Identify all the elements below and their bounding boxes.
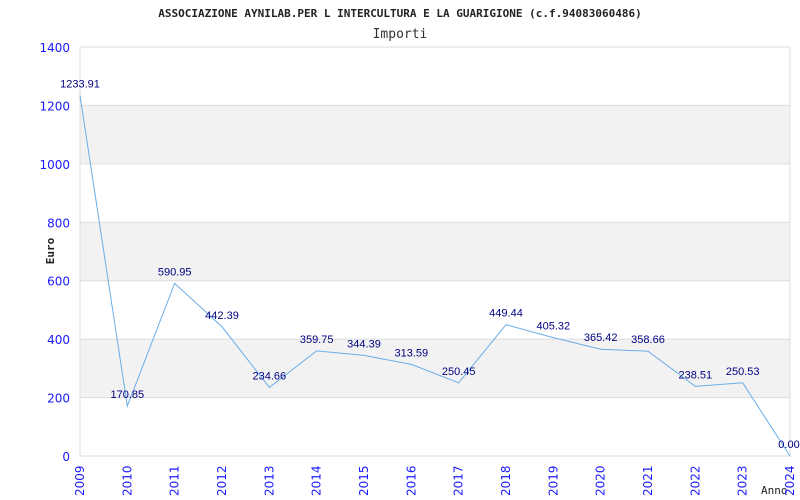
y-tick-label: 0 xyxy=(62,450,70,464)
data-point xyxy=(363,354,365,356)
x-tick-label: 2011 xyxy=(168,465,182,496)
data-label: 234.66 xyxy=(253,370,287,382)
x-tick-label: 2024 xyxy=(783,465,797,496)
x-tick-label: 2009 xyxy=(73,465,87,496)
x-tick-label: 2020 xyxy=(594,465,608,496)
line-chart: ASSOCIAZIONE AYNILAB.PER L INTERCULTURA … xyxy=(39,7,799,497)
x-tick-label: 2010 xyxy=(120,465,134,496)
data-point xyxy=(694,385,696,387)
data-label: 250.45 xyxy=(442,366,476,378)
x-tick-label: 2015 xyxy=(357,465,371,496)
x-tick-label: 2019 xyxy=(546,465,560,496)
x-tick-label: 2016 xyxy=(404,465,418,496)
data-point xyxy=(221,326,223,328)
y-tick-label: 200 xyxy=(47,392,70,406)
data-label: 449.44 xyxy=(489,308,523,320)
data-point xyxy=(79,95,81,97)
x-tick-label: 2017 xyxy=(452,465,466,496)
y-tick-label: 1400 xyxy=(39,41,70,55)
x-tick-label: 2018 xyxy=(499,465,513,496)
data-label: 358.66 xyxy=(631,334,665,346)
data-label: 442.39 xyxy=(205,310,239,322)
chart-subtitle: Importi xyxy=(373,27,428,42)
data-point xyxy=(789,455,791,457)
x-tick-label: 2013 xyxy=(262,465,276,496)
data-label: 1233.91 xyxy=(60,79,100,91)
data-point xyxy=(458,382,460,384)
x-tick-label: 2012 xyxy=(215,465,229,496)
data-label: 405.32 xyxy=(537,321,571,333)
data-label: 359.75 xyxy=(300,334,334,346)
data-label: 0.00 xyxy=(778,439,799,451)
data-point xyxy=(505,324,507,326)
y-tick-label: 1200 xyxy=(39,99,70,113)
grid-band xyxy=(80,105,790,164)
x-tick-label: 2023 xyxy=(736,465,750,496)
data-label: 590.95 xyxy=(158,266,192,278)
data-point xyxy=(742,382,744,384)
data-point xyxy=(552,337,554,339)
data-point xyxy=(174,282,176,284)
y-tick-label: 800 xyxy=(47,216,70,230)
data-label: 365.42 xyxy=(584,332,618,344)
x-tick-label: 2014 xyxy=(310,465,324,496)
data-label: 250.53 xyxy=(726,366,760,378)
x-tick-label: 2021 xyxy=(641,465,655,496)
data-label: 238.51 xyxy=(679,369,713,381)
data-point xyxy=(410,363,412,365)
x-tick-label: 2022 xyxy=(688,465,702,496)
data-point xyxy=(316,350,318,352)
y-tick-label: 400 xyxy=(47,333,70,347)
y-tick-label: 600 xyxy=(47,275,70,289)
data-point xyxy=(600,348,602,350)
data-label: 313.59 xyxy=(395,347,429,359)
y-tick-label: 1000 xyxy=(39,158,70,172)
chart-title: ASSOCIAZIONE AYNILAB.PER L INTERCULTURA … xyxy=(158,7,641,20)
data-point xyxy=(126,405,128,407)
data-point xyxy=(647,350,649,352)
data-label: 170.85 xyxy=(111,389,145,401)
data-label: 344.39 xyxy=(347,338,381,350)
y-axis-label: Euro xyxy=(44,237,57,264)
data-point xyxy=(268,386,270,388)
